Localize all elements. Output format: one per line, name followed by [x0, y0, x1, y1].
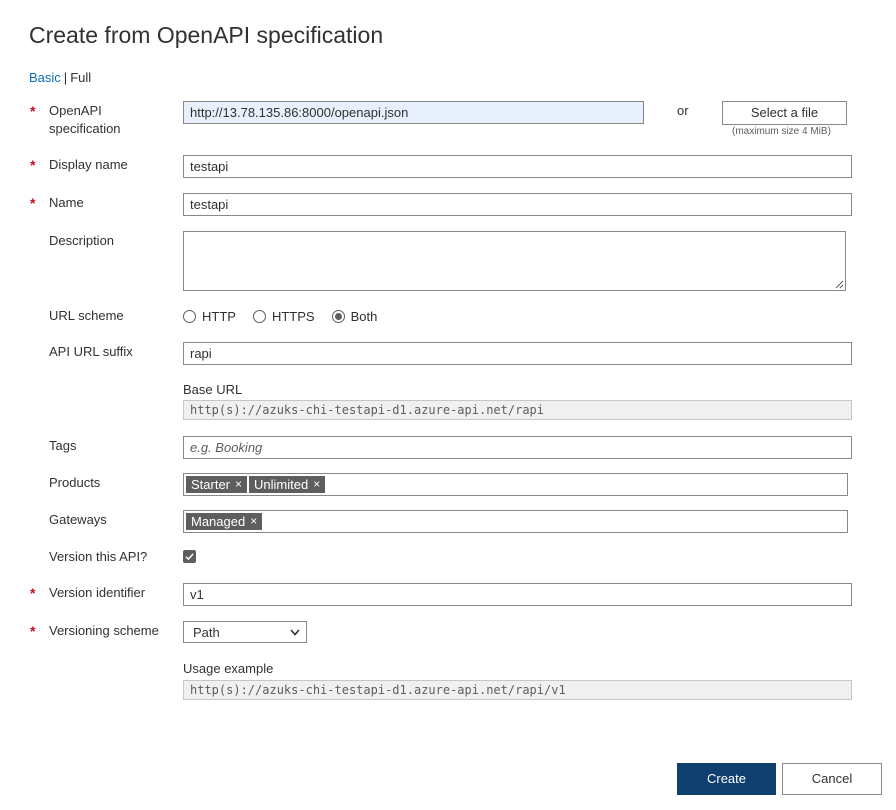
tags-label: Tags — [49, 438, 77, 453]
required-marker-versioning-scheme: * — [30, 623, 36, 639]
required-marker-openapi: * — [30, 103, 36, 119]
display-name-input[interactable]: testapi — [183, 155, 852, 178]
cancel-button[interactable]: Cancel — [782, 763, 882, 795]
radio-http[interactable]: HTTP — [183, 309, 236, 324]
openapi-label-line2: specification — [49, 121, 121, 136]
chip-starter: Starter × — [186, 476, 248, 493]
radio-http-label: HTTP — [202, 309, 236, 324]
chip-managed-remove-icon[interactable]: × — [250, 513, 257, 530]
usage-example-readonly: http(s)://azuks-chi-testapi-d1.azure-api… — [183, 680, 852, 700]
mode-separator: | — [63, 70, 68, 85]
gateways-tagbox[interactable]: Managed × — [183, 510, 848, 533]
products-label: Products — [49, 475, 101, 490]
radio-both-circle[interactable] — [331, 310, 345, 323]
required-marker-name: * — [30, 195, 36, 211]
radio-http-circle[interactable] — [183, 310, 196, 323]
versioning-scheme-select[interactable]: Path — [183, 621, 307, 643]
chip-starter-label: Starter — [191, 477, 231, 492]
page-title: Create from OpenAPI specification — [29, 22, 384, 48]
versioning-scheme-label: Versioning scheme — [49, 623, 159, 638]
openapi-spec-input[interactable]: http://13.78.135.86:8000/openapi.json — [183, 101, 644, 124]
version-api-checkbox[interactable] — [183, 550, 196, 563]
mode-switch: Basic | Full — [29, 70, 91, 85]
url-scheme-radio-group: HTTP HTTPS Both — [183, 309, 394, 324]
display-name-label: Display name — [49, 157, 128, 172]
chevron-down-icon — [290, 629, 300, 636]
resize-handle-icon[interactable] — [835, 280, 844, 289]
base-url-label: Base URL — [183, 382, 243, 397]
api-url-suffix-label: API URL suffix — [49, 344, 133, 359]
version-identifier-input[interactable]: v1 — [183, 583, 852, 606]
select-file-button[interactable]: Select a file — [722, 101, 847, 125]
required-marker-display-name: * — [30, 157, 36, 173]
chip-unlimited: Unlimited × — [249, 476, 326, 493]
radio-https-circle[interactable] — [252, 310, 266, 323]
url-scheme-label: URL scheme — [49, 308, 124, 323]
base-url-readonly: http(s)://azuks-chi-testapi-d1.azure-api… — [183, 400, 852, 420]
mode-basic-link[interactable]: Basic — [29, 70, 61, 85]
api-url-suffix-input[interactable]: rapi — [183, 342, 852, 365]
chip-managed: Managed × — [186, 513, 263, 530]
mode-full-link[interactable]: Full — [70, 70, 91, 85]
description-label: Description — [49, 233, 115, 248]
required-marker-version-identifier: * — [30, 585, 36, 601]
openapi-label-line1: OpenAPI — [49, 103, 102, 118]
create-button[interactable]: Create — [677, 763, 776, 795]
chip-managed-label: Managed — [191, 514, 246, 529]
radio-both[interactable]: Both — [331, 309, 378, 324]
chip-unlimited-remove-icon[interactable]: × — [313, 476, 320, 493]
radio-both-label: Both — [350, 309, 378, 324]
version-identifier-label: Version identifier — [49, 585, 146, 600]
version-api-label: Version this API? — [49, 549, 148, 564]
openapi-label: OpenAPI specification — [49, 102, 121, 138]
chip-starter-remove-icon[interactable]: × — [235, 476, 242, 493]
radio-https-label: HTTPS — [271, 309, 315, 324]
chip-unlimited-label: Unlimited — [254, 477, 309, 492]
usage-example-label: Usage example — [183, 661, 274, 676]
gateways-label: Gateways — [49, 512, 107, 527]
radio-https[interactable]: HTTPS — [252, 309, 315, 324]
name-label: Name — [49, 195, 84, 210]
products-tagbox[interactable]: Starter × Unlimited × — [183, 473, 848, 496]
checkmark-icon — [185, 553, 194, 561]
tags-input[interactable]: e.g. Booking — [183, 436, 852, 459]
name-input[interactable]: testapi — [183, 193, 852, 216]
max-size-hint: (maximum size 4 MiB) — [732, 126, 831, 137]
versioning-scheme-value: Path — [193, 625, 220, 640]
description-textarea[interactable] — [183, 231, 846, 291]
or-text: or — [677, 103, 689, 118]
